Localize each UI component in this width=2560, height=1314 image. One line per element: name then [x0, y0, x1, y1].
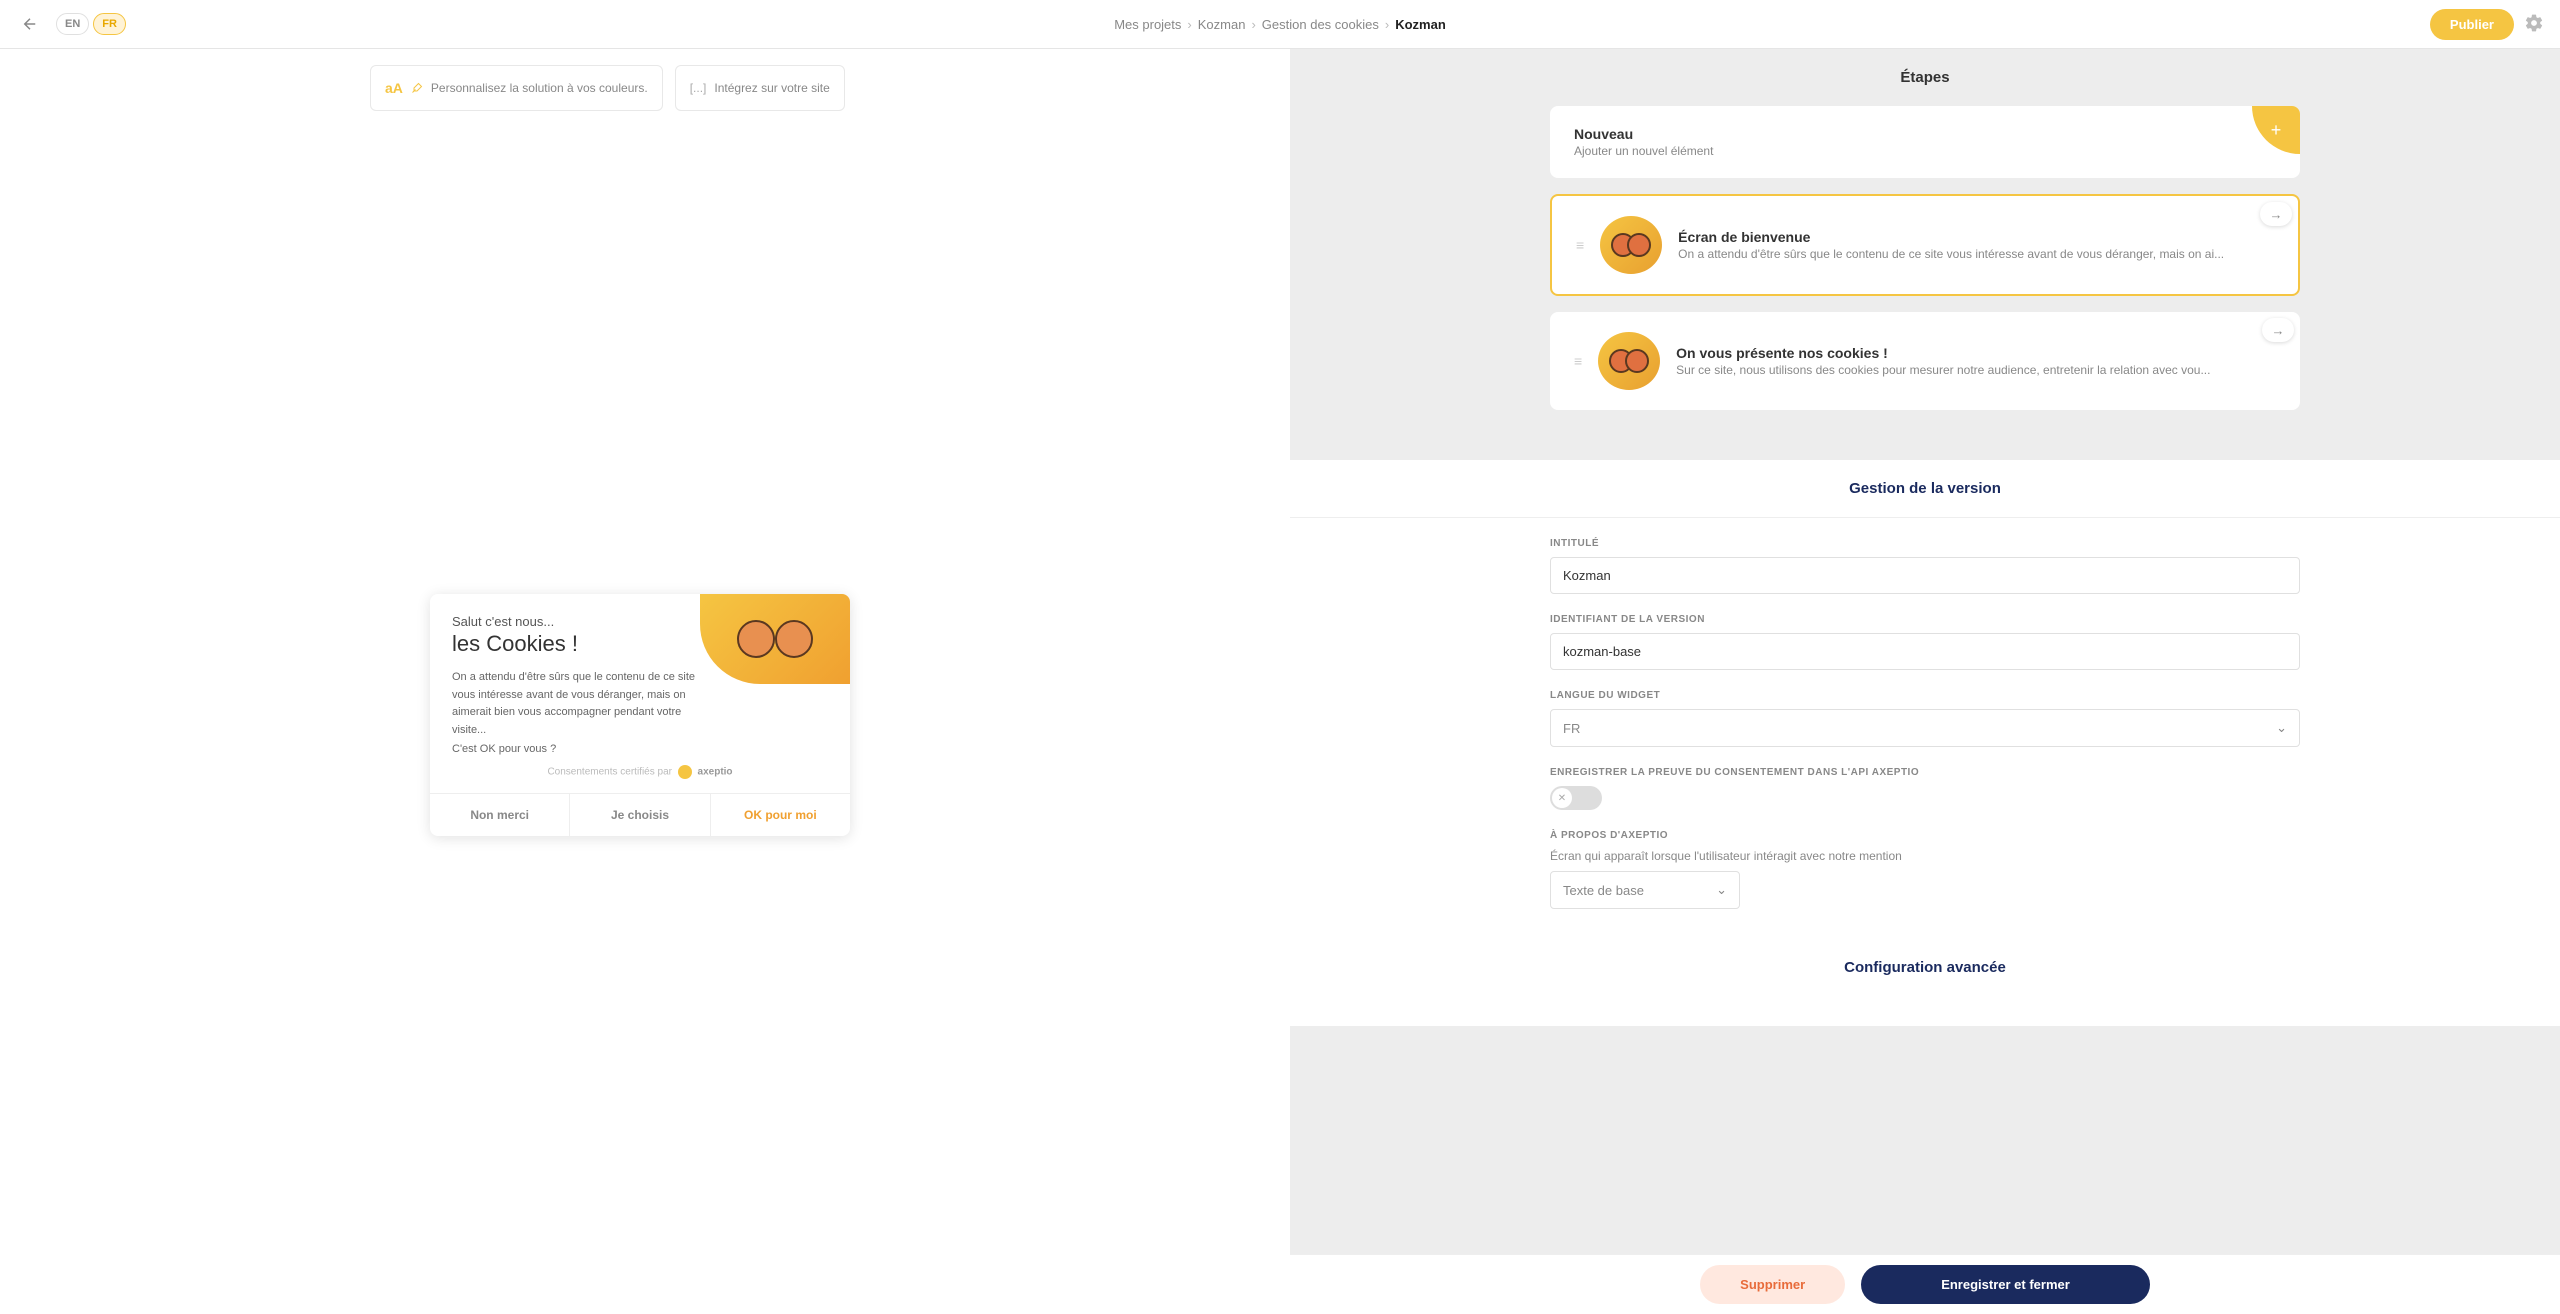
chevron-right-icon: ›: [1385, 17, 1389, 32]
axeptio-logo-icon: [678, 765, 692, 779]
chevron-down-icon: ⌄: [2276, 720, 2287, 736]
chevron-right-icon: ›: [1187, 17, 1191, 32]
step-new-title: Nouveau: [1574, 126, 1713, 142]
step-welcome-desc: On a attendu d'être sûrs que le contenu …: [1678, 247, 2224, 261]
step-cookies-title: On vous présente nos cookies !: [1676, 345, 2210, 361]
chevron-down-icon: ⌄: [1716, 882, 1727, 898]
step-avatar: [1600, 216, 1662, 274]
drag-handle-icon[interactable]: ≡: [1574, 353, 1582, 369]
version-title: Gestion de la version: [1290, 460, 2560, 518]
step-avatar: [1598, 332, 1660, 390]
widget-ok-button[interactable]: OK pour moi: [711, 794, 850, 836]
step-card-cookies[interactable]: ≡ On vous présente nos cookies ! Sur ce …: [1550, 312, 2300, 410]
typography-icon: aA: [385, 80, 403, 96]
step-welcome-title: Écran de bienvenue: [1678, 229, 2224, 245]
step-card-welcome[interactable]: ≡ Écran de bienvenue On a attendu d'être…: [1550, 194, 2300, 296]
integrate-card[interactable]: [...] Intégrez sur votre site: [675, 65, 845, 111]
widget-question: C'est OK pour vous ?: [452, 743, 828, 755]
crumb-projects[interactable]: Mes projets: [1114, 17, 1181, 32]
brush-icon: [411, 82, 423, 94]
delete-button[interactable]: Supprimer: [1700, 1265, 1845, 1304]
label-identifier: Identifiant de la version: [1550, 614, 2300, 625]
lang-fr[interactable]: FR: [93, 13, 126, 35]
back-button[interactable]: [16, 10, 44, 38]
customize-label: Personnalisez la solution à vos couleurs…: [431, 81, 648, 95]
footer-bar: Supprimer Enregistrer et fermer: [1290, 1254, 2560, 1314]
plus-icon[interactable]: +: [2252, 106, 2300, 154]
lang-en[interactable]: EN: [56, 13, 89, 35]
chevron-right-icon: ›: [1251, 17, 1255, 32]
step-card-new[interactable]: Nouveau Ajouter un nouvel élément +: [1550, 106, 2300, 178]
cookie-widget-preview: Salut c'est nous... les Cookies ! On a a…: [430, 594, 850, 836]
lang-switcher: EN FR: [56, 13, 126, 35]
steps-title: Étapes: [1290, 49, 2560, 106]
toggle-consent[interactable]: ✕: [1550, 786, 1602, 810]
publish-button[interactable]: Publier: [2430, 9, 2514, 40]
arrow-right-icon[interactable]: →: [2262, 318, 2294, 342]
label-about: À propos d'Axeptio: [1550, 830, 2300, 841]
config-panel: Étapes Nouveau Ajouter un nouvel élément…: [1290, 49, 2560, 1314]
label-consent: Enregistrer la preuve du consentement da…: [1550, 767, 2300, 778]
crumb-cookies[interactable]: Gestion des cookies: [1262, 17, 1379, 32]
widget-text: On a attendu d'être sûrs que le contenu …: [452, 669, 696, 739]
sublabel-about: Écran qui apparaît lorsque l'utilisateur…: [1550, 849, 2300, 863]
widget-illustration: [700, 594, 850, 684]
drag-handle-icon[interactable]: ≡: [1576, 237, 1584, 253]
input-intitule[interactable]: [1550, 557, 2300, 594]
select-lang[interactable]: FR ⌄: [1550, 709, 2300, 747]
customize-card[interactable]: aA Personnalisez la solution à vos coule…: [370, 65, 663, 111]
step-cookies-desc: Sur ce site, nous utilisons des cookies …: [1676, 363, 2210, 377]
label-lang: Langue du widget: [1550, 690, 2300, 701]
widget-choose-button[interactable]: Je choisis: [570, 794, 710, 836]
save-close-button[interactable]: Enregistrer et fermer: [1861, 1265, 2150, 1304]
gear-icon[interactable]: [2524, 13, 2544, 36]
step-new-desc: Ajouter un nouvel élément: [1574, 144, 1713, 158]
widget-no-button[interactable]: Non merci: [430, 794, 570, 836]
crumb-kozman[interactable]: Kozman: [1198, 17, 1246, 32]
close-icon: ✕: [1552, 788, 1572, 808]
integrate-label: Intégrez sur votre site: [714, 81, 829, 95]
select-about[interactable]: Texte de base ⌄: [1550, 871, 1740, 909]
widget-certification: Consentements certifiés par axeptio: [452, 765, 828, 779]
code-icon: [...]: [690, 81, 707, 95]
topbar: EN FR Mes projets › Kozman › Gestion des…: [0, 0, 2560, 49]
label-intitule: Intitulé: [1550, 538, 2300, 549]
crumb-current: Kozman: [1395, 17, 1446, 32]
preview-panel: aA Personnalisez la solution à vos coule…: [0, 49, 1290, 1314]
input-identifier[interactable]: [1550, 633, 2300, 670]
arrow-right-icon[interactable]: →: [2260, 202, 2292, 226]
breadcrumb: Mes projets › Kozman › Gestion des cooki…: [1114, 17, 1446, 32]
config-advanced-title: Configuration avancée: [1290, 929, 2560, 986]
